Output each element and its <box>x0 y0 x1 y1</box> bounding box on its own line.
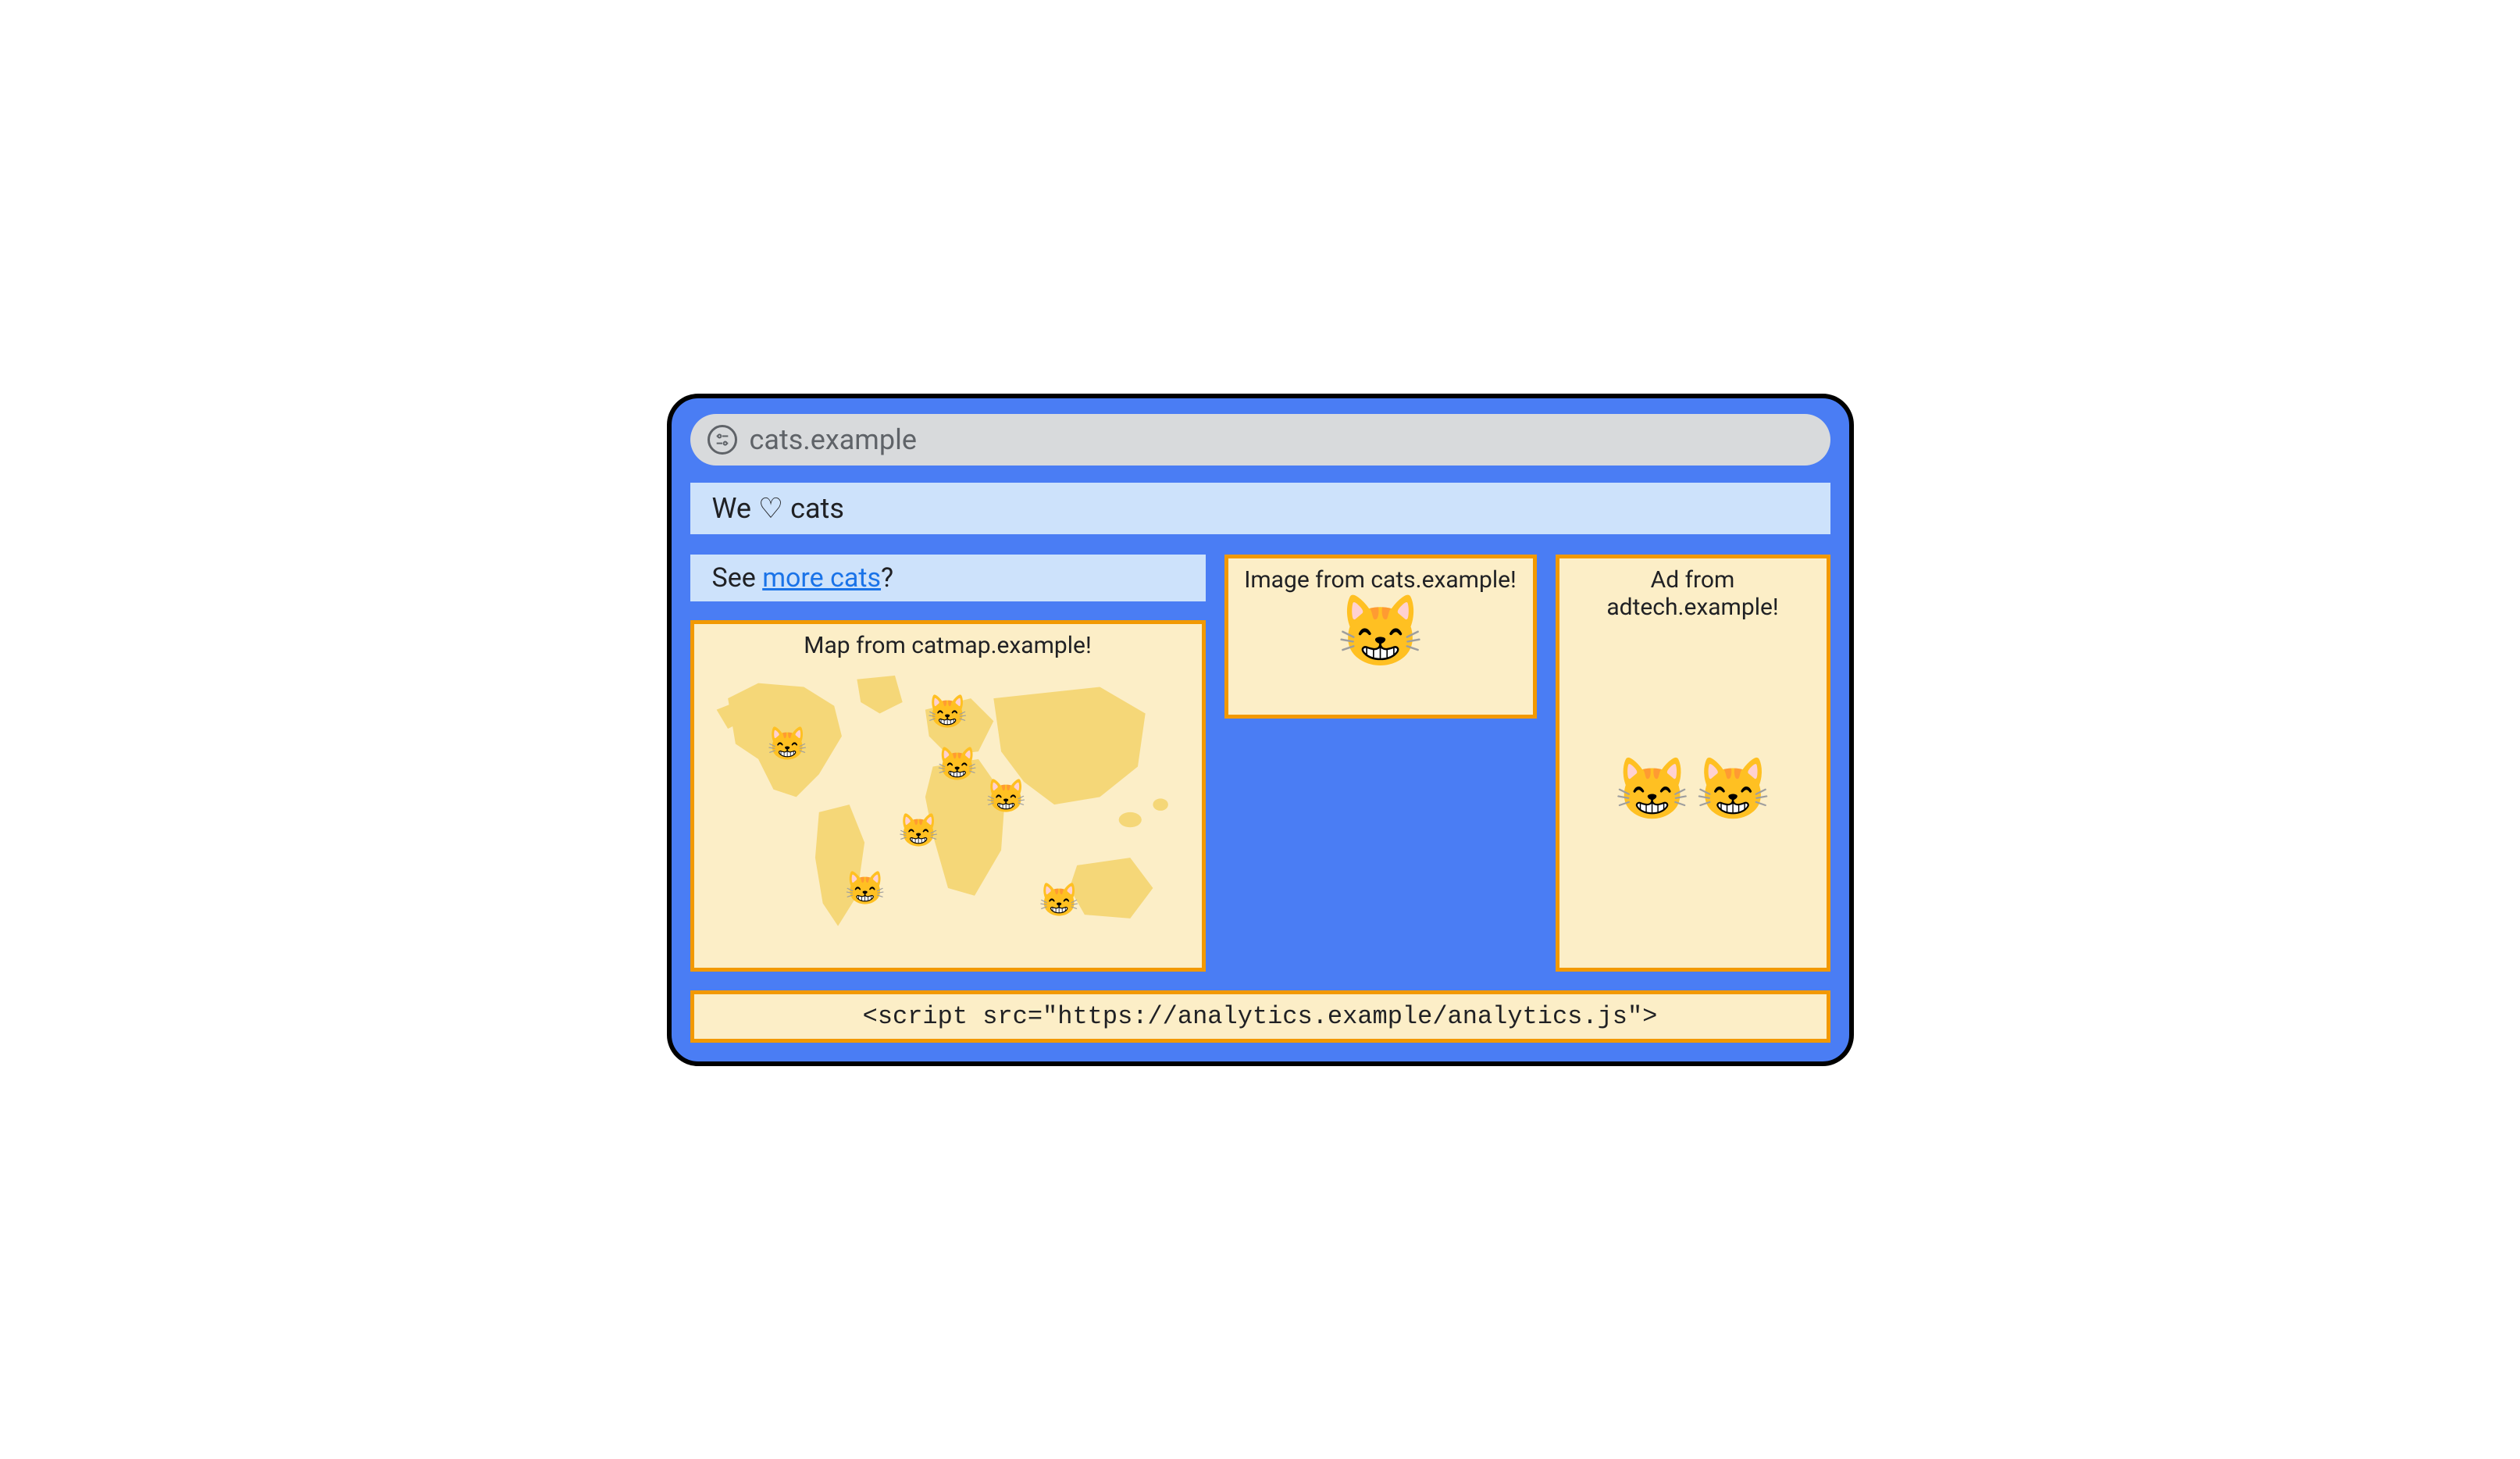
see-more-prefix: See <box>712 562 763 594</box>
browser-window: cats.example We ♡ cats See more cats? Ma… <box>667 394 1854 1066</box>
address-bar[interactable]: cats.example <box>690 414 1830 466</box>
image-card-title: Image from cats.example! <box>1239 566 1522 594</box>
more-cats-link[interactable]: more cats <box>762 562 881 594</box>
see-more-bar: See more cats? <box>690 555 1206 601</box>
image-card: Image from cats.example! 😸 <box>1224 555 1537 719</box>
ad-card-title: Ad from adtech.example! <box>1570 566 1816 621</box>
cat-face-icon: 😸 <box>1239 597 1522 667</box>
see-more-suffix: ? <box>881 562 893 594</box>
content-grid: See more cats? Map from catmap.example! <box>690 555 1830 972</box>
cat-marker-icon: 😸 <box>986 777 1026 815</box>
site-settings-icon[interactable] <box>708 425 737 455</box>
cat-marker-icon: 😸 <box>898 812 939 851</box>
ad-card: Ad from adtech.example! 😸 😸 <box>1556 555 1830 972</box>
cat-marker-icon: 😸 <box>1039 881 1079 919</box>
url-text[interactable]: cats.example <box>750 423 917 456</box>
cat-marker-icon: 😸 <box>845 870 886 908</box>
cat-face-icon: 😸 <box>1614 754 1690 826</box>
ad-cats: 😸 😸 <box>1614 621 1770 960</box>
page-heading: We ♡ cats <box>690 483 1830 534</box>
world-map: 😸😸😸😸😸😸😸 <box>705 664 1191 953</box>
cat-marker-icon: 😸 <box>767 726 807 764</box>
cat-marker-icon: 😸 <box>937 746 978 784</box>
map-card: Map from catmap.example! <box>690 620 1206 972</box>
script-bar: <script src="https://analytics.example/a… <box>690 990 1830 1043</box>
cat-marker-icon: 😸 <box>927 694 968 732</box>
cat-face-icon: 😸 <box>1695 754 1771 826</box>
map-title: Map from catmap.example! <box>705 632 1191 659</box>
